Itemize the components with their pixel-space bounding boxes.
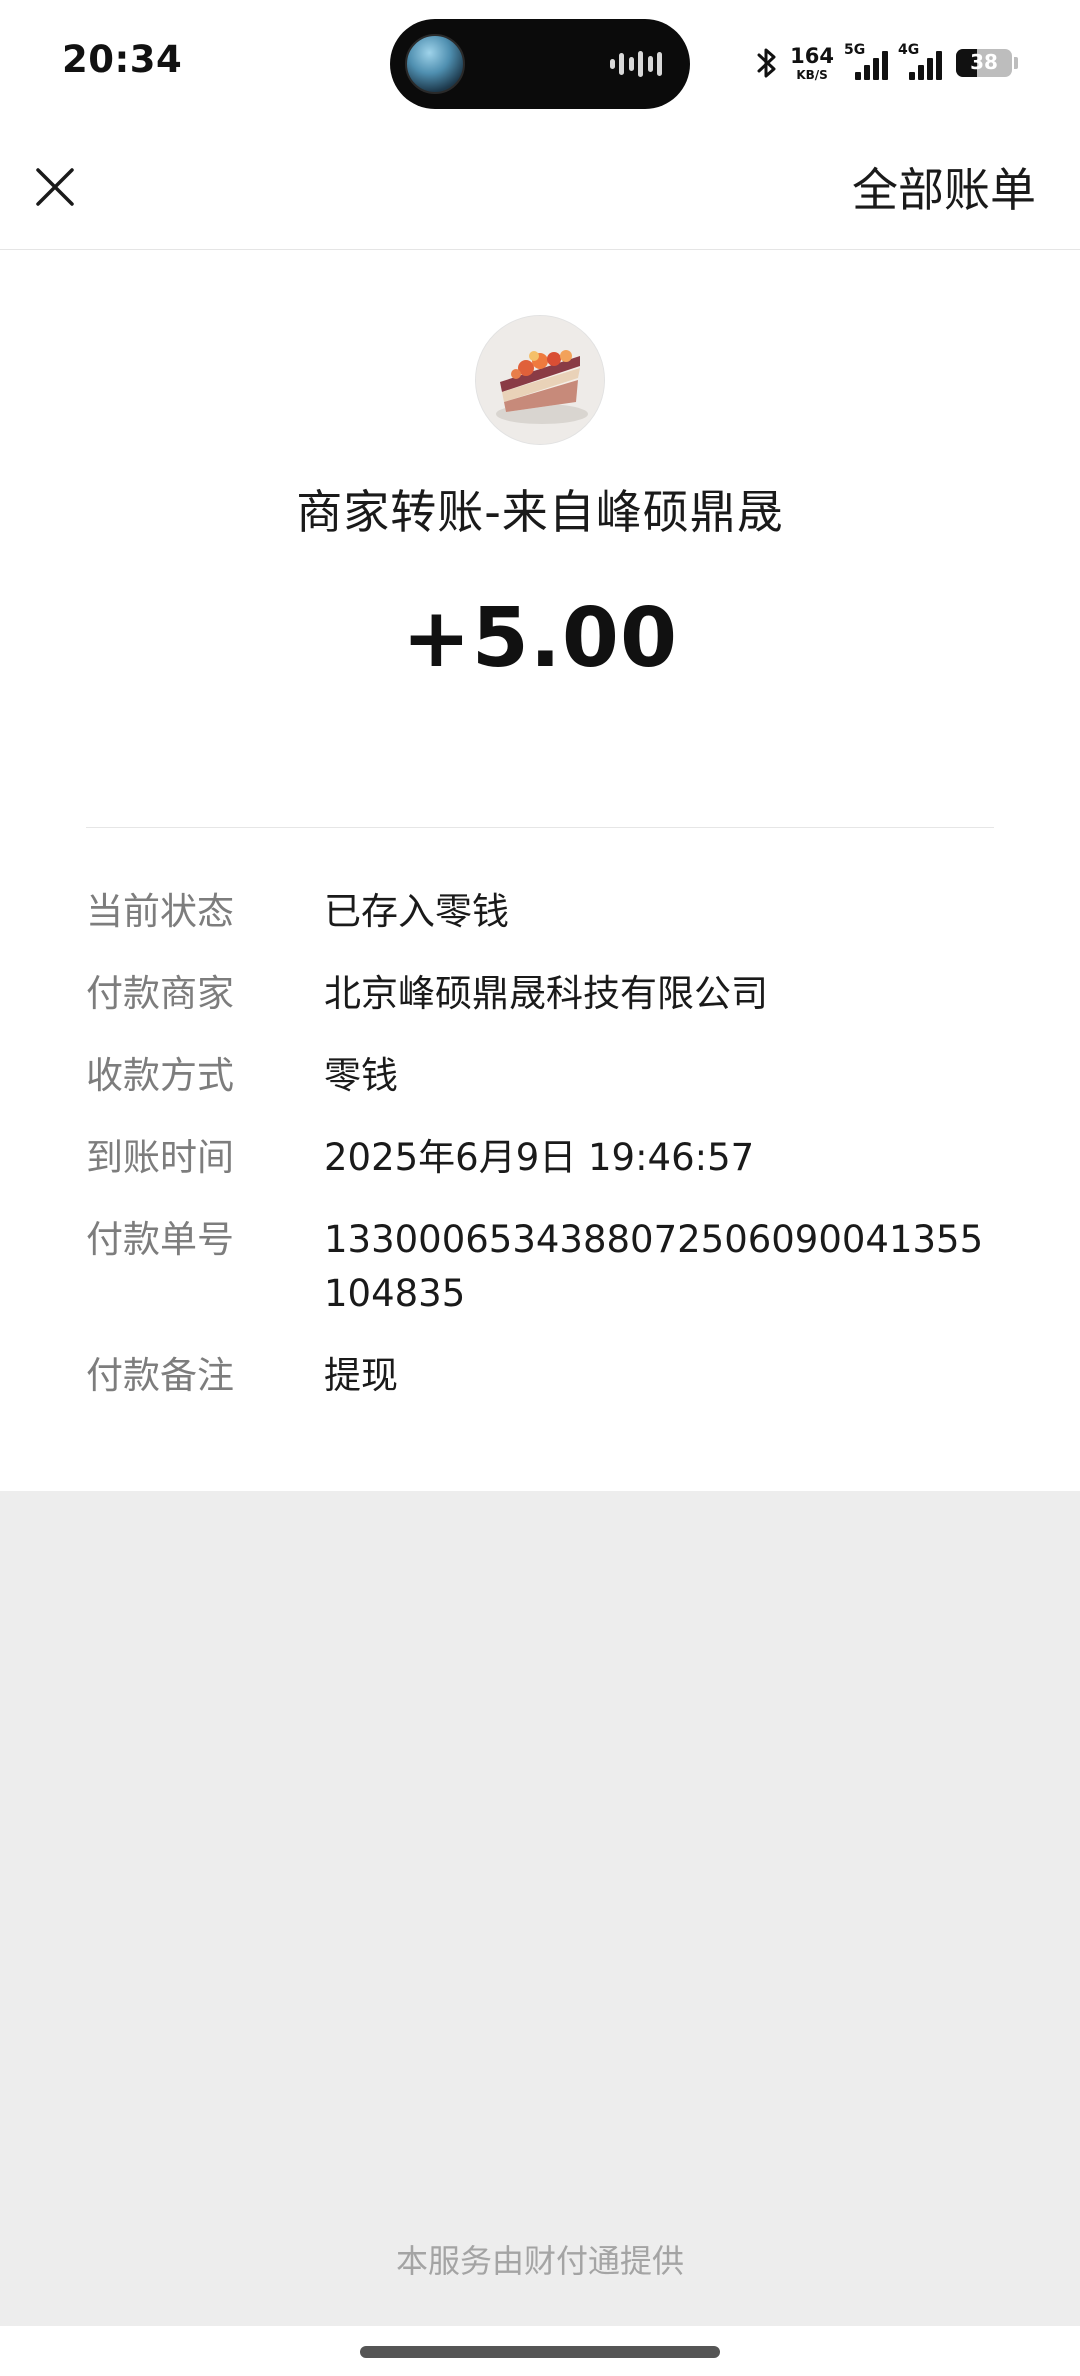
signal-4g-icon: 4G: [898, 42, 942, 82]
transaction-amount: +5.00: [401, 591, 679, 686]
status-indicators: 164 KB/S 5G 4G 38: [754, 38, 1018, 88]
divider: [86, 827, 994, 828]
detail-row-method: 收款方式 零钱: [86, 1054, 996, 1103]
home-bar: [0, 2326, 1080, 2376]
detail-value: 零钱: [324, 1054, 398, 1097]
footer-area: 本服务由财付通提供: [0, 1491, 1080, 2326]
dynamic-island[interactable]: [390, 19, 690, 109]
detail-row-merchant: 付款商家 北京峰硕鼎晟科技有限公司: [86, 972, 996, 1021]
detail-value: 提现: [324, 1354, 398, 1397]
merchant-avatar: [475, 315, 605, 445]
status-bar: 20:34 164 KB/S 5G 4G 38: [0, 0, 1080, 125]
bluetooth-icon: [757, 48, 776, 78]
battery-icon: 38: [956, 49, 1012, 77]
detail-list: 当前状态 已存入零钱 付款商家 北京峰硕鼎晟科技有限公司 收款方式 零钱 到账时…: [86, 890, 996, 1437]
detail-value: 已存入零钱: [324, 890, 509, 933]
detail-row-status: 当前状态 已存入零钱: [86, 890, 996, 939]
detail-row-remark: 付款备注 提现: [86, 1354, 996, 1403]
all-bills-button[interactable]: 全部账单: [852, 155, 1036, 219]
home-indicator[interactable]: [360, 2346, 720, 2358]
transaction-title: 商家转账-来自峰硕鼎晟: [296, 485, 784, 539]
cake-image: [476, 316, 604, 444]
media-thumbnail[interactable]: [405, 34, 465, 94]
detail-label: 付款备注: [86, 1354, 234, 1397]
network-speed-value: 164: [790, 43, 834, 68]
detail-label: 付款商家: [86, 972, 234, 1015]
battery-tip: [1014, 57, 1018, 69]
detail-value[interactable]: 1330006534388072506090041355104835: [324, 1213, 996, 1321]
network-speed: 164 KB/S: [790, 43, 834, 82]
audio-waveform-icon: [610, 49, 662, 79]
detail-row-time: 到账时间 2025年6月9日 19:46:57: [86, 1136, 996, 1185]
detail-label: 当前状态: [86, 890, 234, 933]
detail-label: 收款方式: [86, 1054, 234, 1097]
signal-5g-icon: 5G: [844, 42, 888, 82]
close-icon: [36, 168, 74, 206]
close-button[interactable]: [28, 155, 82, 219]
detail-value: 2025年6月9日 19:46:57: [324, 1136, 755, 1179]
detail-value: 北京峰硕鼎晟科技有限公司: [324, 972, 768, 1015]
network-speed-unit: KB/S: [796, 67, 828, 82]
service-provider-text: 本服务由财付通提供: [395, 2242, 684, 2280]
detail-row-order-number: 付款单号 1330006534388072506090041355104835: [86, 1218, 996, 1321]
nav-bar: 全部账单: [0, 125, 1080, 250]
status-time: 20:34: [62, 38, 183, 81]
detail-label: 到账时间: [86, 1136, 234, 1179]
transaction-detail: 商家转账-来自峰硕鼎晟 +5.00 当前状态 已存入零钱 付款商家 北京峰硕鼎晟…: [0, 251, 1080, 1491]
detail-label: 付款单号: [86, 1218, 234, 1261]
battery-percent: 38: [970, 50, 998, 74]
